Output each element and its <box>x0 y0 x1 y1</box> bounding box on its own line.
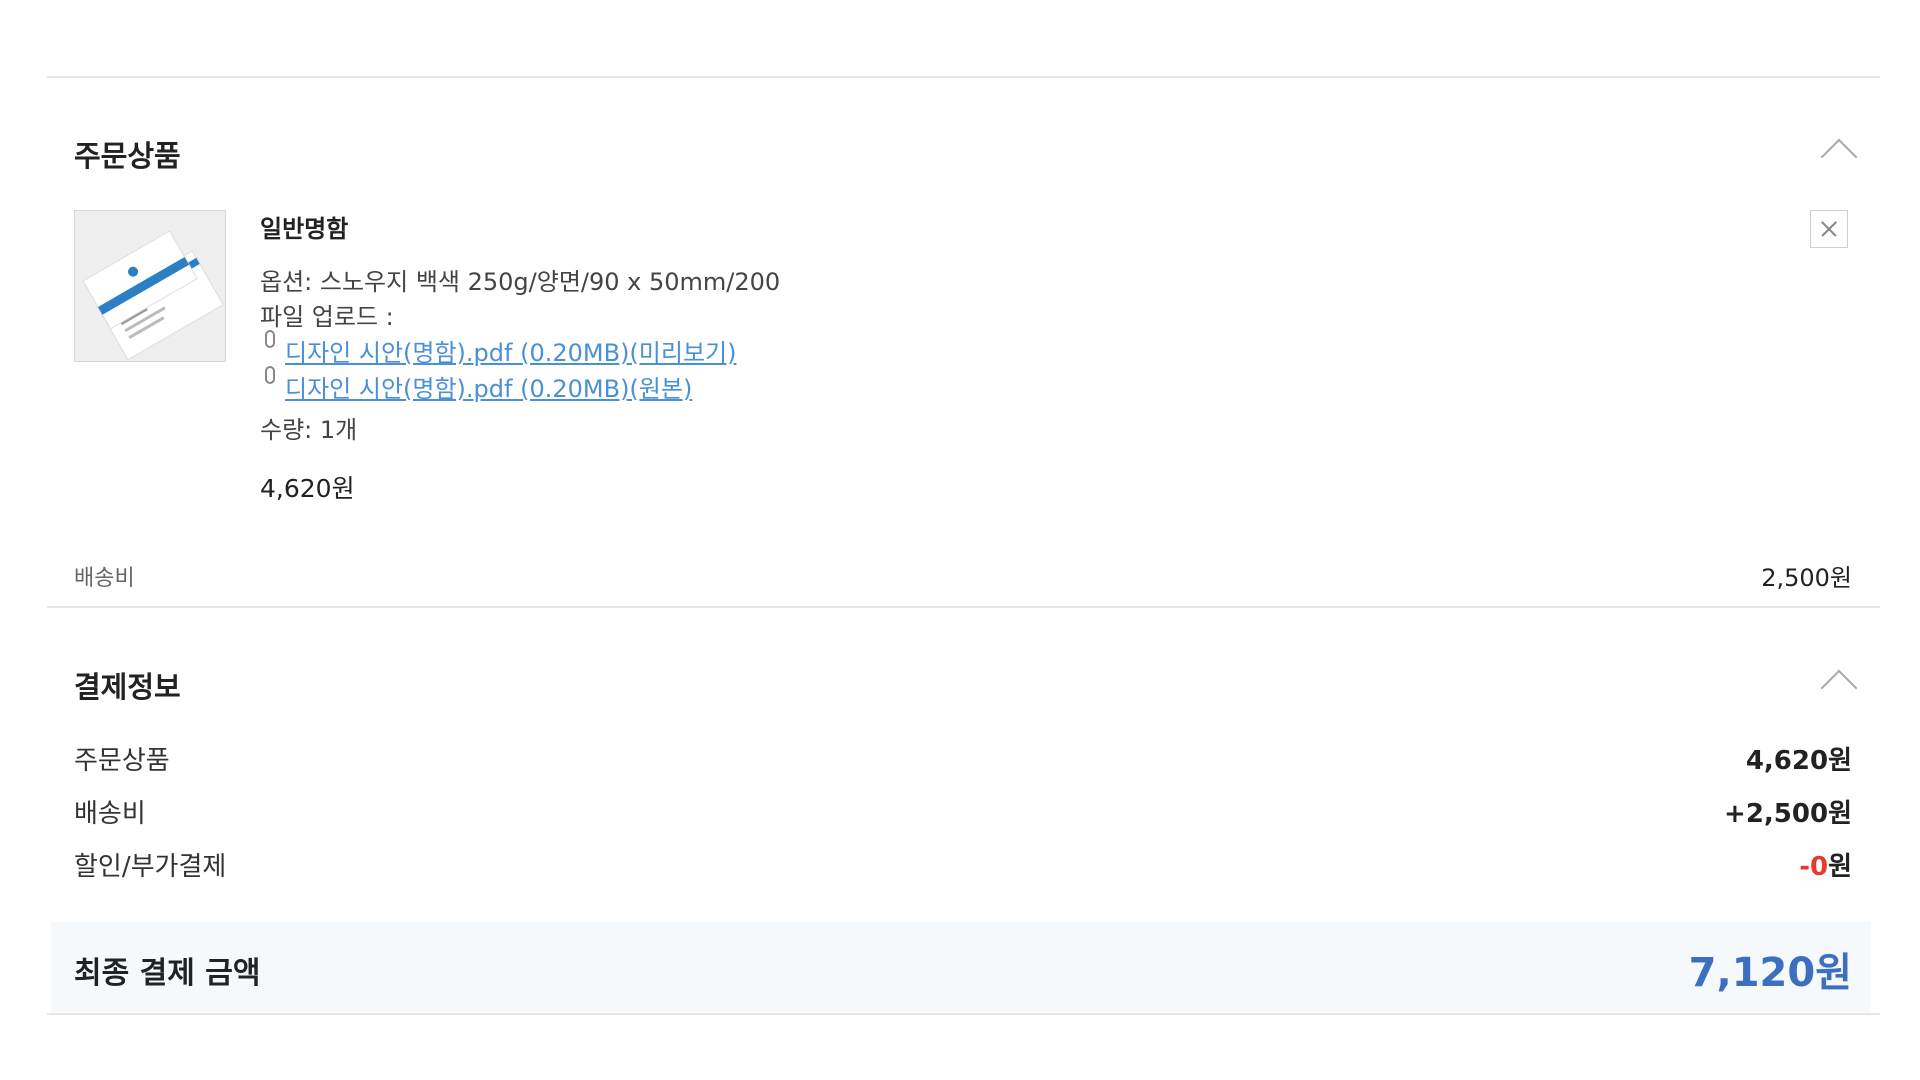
file-upload-label: 파일 업로드 : <box>260 303 394 331</box>
paperclip-icon <box>265 330 275 348</box>
product-option: 옵션: 스노우지 백색 250g/양면/90 x 50mm/200 <box>260 268 781 296</box>
shipping-label: 배송비 <box>74 566 135 591</box>
final-total-value: 7,120원 <box>1688 950 1852 996</box>
payment-section-title: 결제정보 <box>74 670 181 704</box>
order-summary-panel: 주문상품 일반명함 옵션: 스노우지 백색 250g/양면/90 x 50mm/… <box>47 0 1880 1080</box>
discount-unit: 원 <box>1828 852 1852 882</box>
product-thumbnail <box>74 210 226 362</box>
shipping-value: 2,500원 <box>1761 564 1852 592</box>
file-preview-link[interactable]: 디자인 시안(명함).pdf (0.20MB)(미리보기) <box>285 333 736 368</box>
payment-row-value-items: 4,620원 <box>1745 746 1852 776</box>
order-section-title: 주문상품 <box>74 139 181 173</box>
payment-row-value-shipping: +2,500원 <box>1724 799 1852 829</box>
file-original-link[interactable]: 디자인 시안(명함).pdf (0.20MB)(원본) <box>285 369 692 404</box>
final-total-label: 최종 결제 금액 <box>74 956 261 991</box>
paperclip-icon <box>265 366 275 384</box>
payment-row-value-discount: -0원 <box>1799 846 1852 883</box>
product-quantity: 수량: 1개 <box>260 416 358 444</box>
discount-amount: -0 <box>1799 852 1829 882</box>
business-card-image <box>75 211 225 361</box>
section-divider <box>47 606 1880 608</box>
payment-row-label-shipping: 배송비 <box>74 799 146 829</box>
bottom-divider <box>47 1013 1880 1015</box>
product-name: 일반명함 <box>260 215 349 243</box>
payment-row-label-discount: 할인/부가결제 <box>74 852 227 882</box>
payment-row-label-items: 주문상품 <box>74 746 170 776</box>
product-price: 4,620원 <box>260 474 355 503</box>
chevron-up-icon[interactable] <box>1820 669 1858 707</box>
remove-item-button[interactable] <box>1810 210 1848 248</box>
final-total-bar <box>51 922 1871 1012</box>
top-divider <box>47 76 1880 78</box>
chevron-up-icon[interactable] <box>1820 138 1858 176</box>
